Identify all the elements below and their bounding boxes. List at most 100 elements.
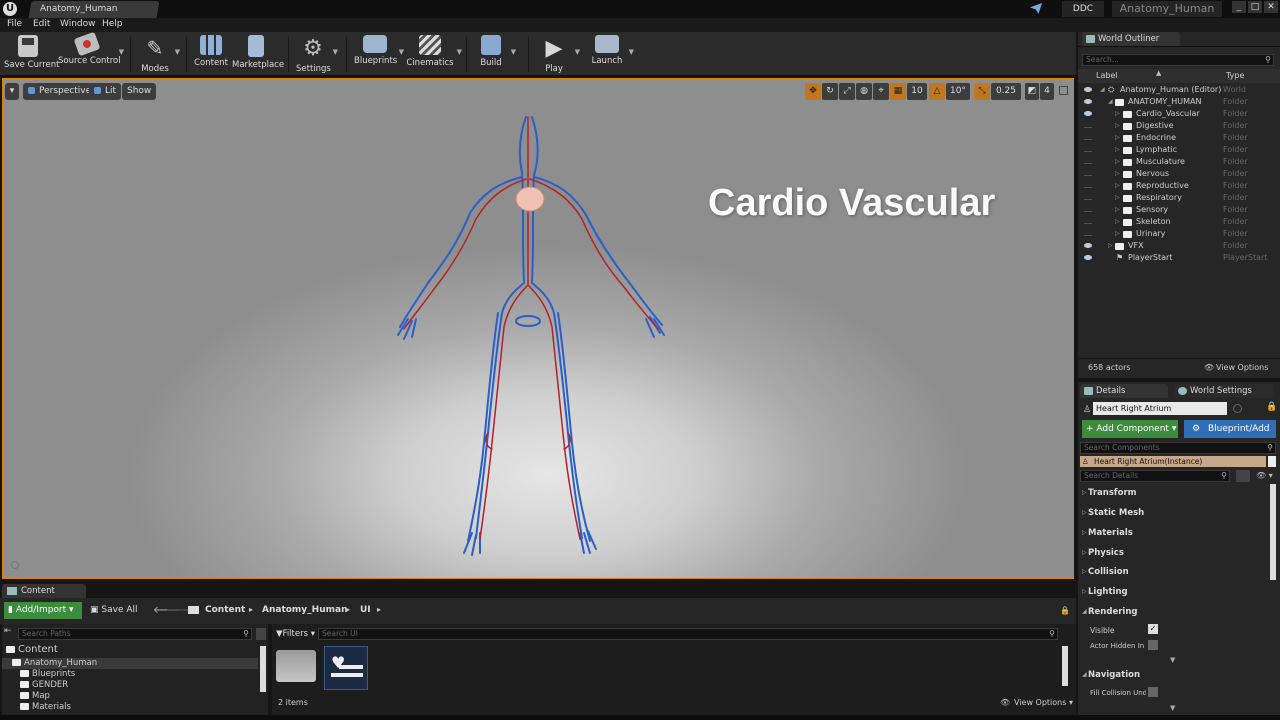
breadcrumb-separator[interactable]: ▸ — [377, 605, 381, 614]
tree-item-materials[interactable]: Materials — [20, 702, 71, 712]
grid-snap-icon[interactable]: ▦ — [890, 83, 906, 100]
marketplace-button[interactable]: Marketplace — [232, 32, 284, 76]
eye-icon[interactable] — [1084, 171, 1092, 176]
content-button[interactable]: Content — [194, 32, 228, 76]
tree-item-map[interactable]: Map — [20, 691, 50, 701]
close-button[interactable]: ✕ — [1264, 1, 1278, 13]
launch-button[interactable]: Launch ▼ — [588, 32, 634, 76]
section-physics[interactable]: ▷ Physics — [1080, 544, 1270, 562]
filters-button[interactable]: ▼Filters ▾ — [276, 629, 315, 639]
outliner-view-options[interactable]: View Options — [1216, 363, 1268, 372]
expand-arrow-icon[interactable]: ▷ — [1115, 132, 1120, 144]
outliner-row[interactable]: ▷ Skeleton Folder — [1078, 216, 1280, 228]
content-browser-tab[interactable]: Content Browser — [2, 584, 86, 610]
outliner-row[interactable]: ▷ Musculature Folder — [1078, 156, 1280, 168]
chevron-down-icon[interactable]: ▼ — [119, 48, 124, 56]
section-transform[interactable]: ▷ Transform — [1080, 484, 1270, 502]
outliner-search-input[interactable]: Search... ⚲ — [1082, 54, 1274, 66]
eye-icon[interactable] — [1084, 231, 1092, 236]
camera-speed-icon[interactable]: ◩ — [1025, 83, 1039, 100]
folder-asset[interactable] — [276, 650, 316, 682]
eye-icon[interactable] — [1084, 111, 1092, 116]
tree-item-anatomy-human[interactable]: Anatomy_Human — [12, 658, 97, 668]
show-button[interactable]: Show — [122, 83, 157, 100]
outliner-row[interactable]: ▷ Digestive Folder — [1078, 120, 1280, 132]
blueprint-add-button[interactable]: ⚙ Blueprint/Add — [1184, 420, 1276, 438]
chevron-down-icon[interactable]: ▼ — [575, 48, 580, 56]
chevron-down-icon[interactable]: ▼ — [399, 48, 404, 56]
tree-item-gender[interactable]: GENDER — [20, 680, 68, 690]
scrollbar[interactable] — [1268, 456, 1276, 467]
actor-hidden-checkbox[interactable] — [1148, 640, 1158, 650]
outliner-row[interactable]: ▷ Respiratory Folder — [1078, 192, 1280, 204]
section-navigation[interactable]: ◢ Navigation — [1080, 666, 1270, 684]
maximize-button[interactable]: □ — [1248, 1, 1262, 13]
rotate-icon[interactable]: ↻ — [822, 83, 838, 100]
lock-icon[interactable]: 🔒 — [1060, 606, 1070, 615]
visible-checkbox[interactable]: ✓ — [1148, 624, 1158, 634]
eye-icon[interactable] — [1084, 123, 1092, 128]
world-settings-tab[interactable]: World Settings — [1174, 384, 1274, 398]
widget-asset[interactable]: ♥ — [324, 646, 368, 690]
fill-collision-checkbox[interactable] — [1148, 687, 1158, 697]
menu-window[interactable]: Window — [60, 19, 96, 29]
add-component-button[interactable]: + Add Component ▾ — [1082, 420, 1178, 438]
camera-speed-value[interactable]: 4 — [1040, 83, 1054, 100]
search-paths-input[interactable]: Search Paths ⚲ — [18, 628, 252, 640]
expand-arrow-icon[interactable]: ▷ — [1115, 156, 1120, 168]
outliner-row[interactable]: ▷ Sensory Folder — [1078, 204, 1280, 216]
eye-icon[interactable] — [1084, 219, 1092, 224]
breadcrumb-anatomy-human[interactable]: Anatomy_Human — [262, 605, 347, 615]
eye-icon[interactable] — [1084, 183, 1092, 188]
tree-item-content[interactable]: Content — [6, 644, 58, 655]
help-icon[interactable] — [1233, 404, 1242, 413]
outliner-row[interactable]: ▷ Cardio_Vascular Folder — [1078, 108, 1280, 120]
search-ui-input[interactable]: Search UI ⚲ — [318, 628, 1058, 640]
list-options-icon[interactable] — [256, 628, 266, 640]
cardiovascular-model[interactable] — [388, 113, 678, 563]
section-lighting[interactable]: ▷ Lighting — [1080, 583, 1270, 601]
eye-icon[interactable] — [1084, 243, 1092, 248]
breadcrumb-separator[interactable]: ▸ — [346, 605, 350, 614]
outliner-row[interactable]: ▷ Urinary Folder — [1078, 228, 1280, 240]
eye-icon[interactable] — [1084, 99, 1092, 104]
add-import-button[interactable]: ▮ Add/Import ▾ — [4, 602, 82, 619]
surface-snap-icon[interactable]: ⌖ — [873, 83, 889, 100]
eye-icon[interactable] — [1084, 135, 1092, 140]
details-tab[interactable]: Details — [1080, 384, 1168, 398]
details-scrollbar[interactable] — [1270, 484, 1276, 580]
scale-icon[interactable]: ⤢ — [839, 83, 855, 100]
collapse-icon[interactable]: ⇤ — [4, 626, 12, 636]
save-current-button[interactable]: Save Current — [4, 32, 60, 76]
eye-icon[interactable] — [1084, 207, 1092, 212]
expand-arrow-icon[interactable]: ▷ — [1108, 240, 1113, 252]
grid-view-options[interactable]: View Options ▾ — [1014, 698, 1073, 707]
level-viewport[interactable]: ▾ Perspective Lit Show ✥ ↻ ⤢ ◍ ⌖ ▦ 10 △ … — [2, 78, 1074, 579]
expand-arrow-icon[interactable]: ▷ — [1115, 108, 1120, 120]
menu-file[interactable]: File — [7, 19, 22, 29]
lock-icon[interactable]: 🔒 — [1266, 402, 1277, 412]
outliner-row[interactable]: ▷ Reproductive Folder — [1078, 180, 1280, 192]
maximize-viewport-icon[interactable] — [1059, 86, 1068, 95]
heart[interactable] — [515, 186, 545, 212]
scale-snap-value[interactable]: 0.25 — [991, 83, 1021, 100]
outliner-row[interactable]: ◢ ANATOMY_HUMAN Folder — [1078, 96, 1280, 108]
world-outliner-tab[interactable]: World Outliner — [1082, 32, 1180, 46]
chevron-down-icon[interactable]: ▼ — [1170, 704, 1175, 712]
source-control-button[interactable]: Source Control ▼ — [58, 31, 124, 76]
section-materials[interactable]: ▷ Materials — [1080, 524, 1270, 542]
eye-icon[interactable] — [1084, 87, 1092, 92]
eye-icon[interactable] — [1084, 255, 1092, 260]
instance-row[interactable]: ♙ Heart Right Atrium(Instance) — [1080, 456, 1266, 467]
outliner-row[interactable]: ◢ ⛭ Anatomy_Human (Editor) World — [1078, 84, 1280, 96]
minimize-button[interactable]: _ — [1232, 1, 1246, 13]
cinematics-button[interactable]: Cinematics ▼ — [406, 32, 462, 76]
section-collision[interactable]: ▷ Collision — [1080, 563, 1270, 581]
outliner-row[interactable]: ▷ Endocrine Folder — [1078, 132, 1280, 144]
actor-name-field[interactable]: Heart Right Atrium — [1093, 402, 1227, 415]
viewport-options-icon[interactable]: ▾ — [5, 83, 19, 100]
rotation-snap-icon[interactable]: △ — [929, 83, 945, 100]
rotation-snap-value[interactable]: 10° — [946, 83, 970, 100]
modes-button[interactable]: ✎ Modes ▼ — [138, 32, 180, 76]
chevron-down-icon[interactable]: ▼ — [511, 48, 516, 56]
